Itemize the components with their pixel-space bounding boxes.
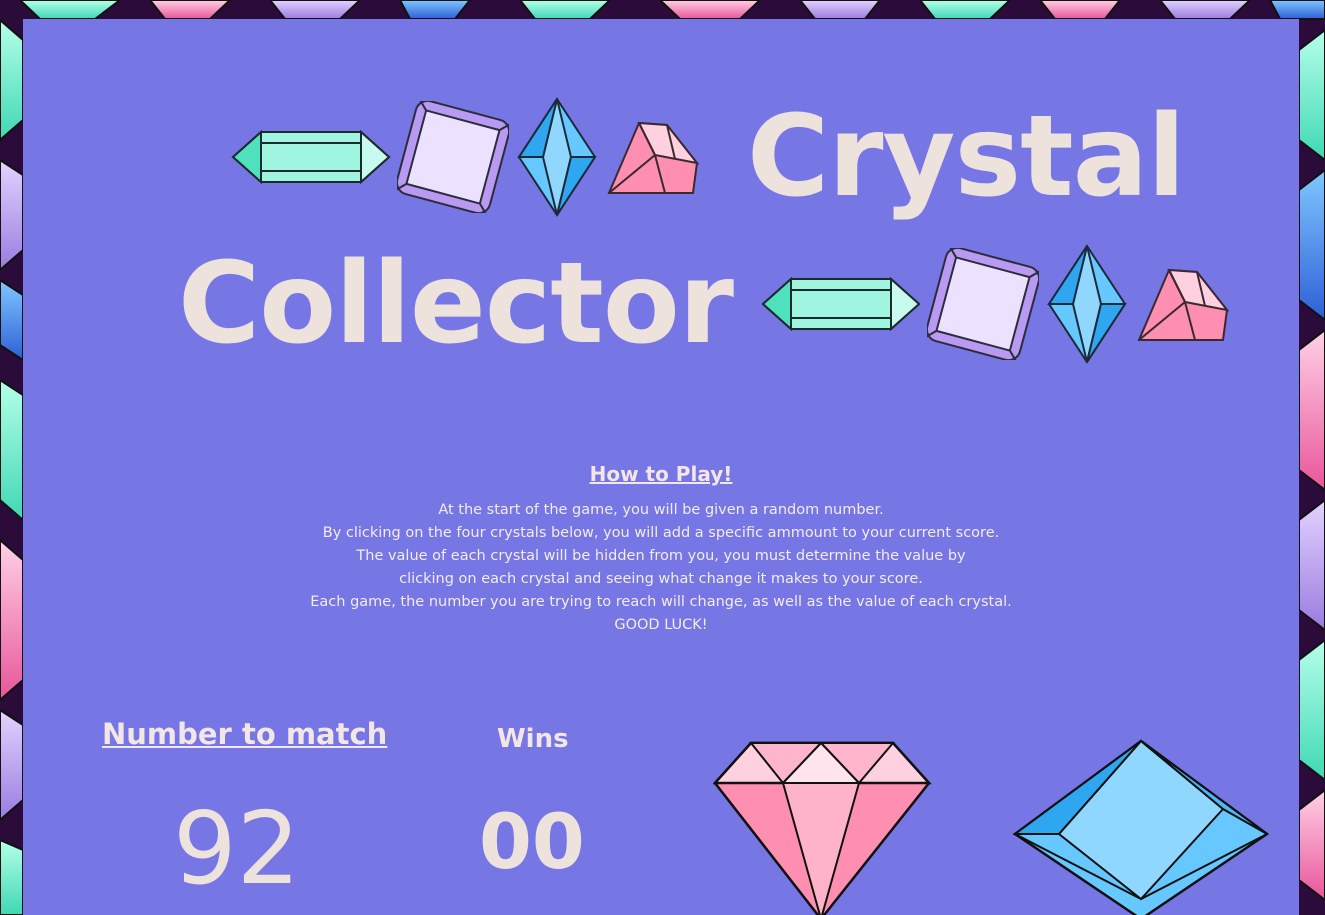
instruction-line: The value of each crystal will be hidden… — [356, 548, 966, 564]
target-number: 92 — [173, 790, 301, 907]
green-prism-crystal-icon — [231, 129, 391, 185]
blue-diamond-crystal-button[interactable] — [1013, 739, 1269, 915]
game-title-part-2: Collector — [178, 239, 734, 369]
wins-label: Wins — [497, 724, 569, 754]
pink-gem-crystal-icon — [607, 121, 700, 194]
number-to-match-label: Number to match — [102, 717, 388, 751]
title-crystal-row — [231, 97, 707, 217]
game-panel: Crystal Collector How to Play! At the st… — [23, 19, 1299, 915]
pink-gem-crystal-icon — [1137, 268, 1230, 341]
blue-rhombus-crystal-icon — [1047, 244, 1127, 364]
title-line-1: Crystal — [231, 92, 1186, 222]
title-line-2: Collector — [178, 244, 1237, 364]
instruction-line: clicking on each crystal and seeing what… — [399, 571, 923, 587]
violet-square-crystal-icon — [927, 248, 1039, 360]
title-crystal-row — [761, 244, 1237, 364]
instruction-line: By clicking on the four crystals below, … — [322, 525, 1000, 541]
instructions-text: At the start of the game, you will be gi… — [23, 499, 1299, 637]
how-to-play-heading: How to Play! — [589, 462, 733, 486]
green-prism-crystal-icon — [761, 276, 921, 332]
instruction-line: At the start of the game, you will be gi… — [438, 502, 884, 518]
instruction-line: GOOD LUCK! — [614, 617, 708, 633]
blue-rhombus-crystal-icon — [517, 97, 597, 217]
game-title-part-1: Crystal — [747, 92, 1186, 222]
wins-count: 00 — [479, 797, 585, 886]
pink-diamond-crystal-button[interactable] — [713, 741, 933, 915]
violet-square-crystal-icon — [397, 101, 509, 213]
instruction-line: Each game, the number you are trying to … — [310, 594, 1012, 610]
